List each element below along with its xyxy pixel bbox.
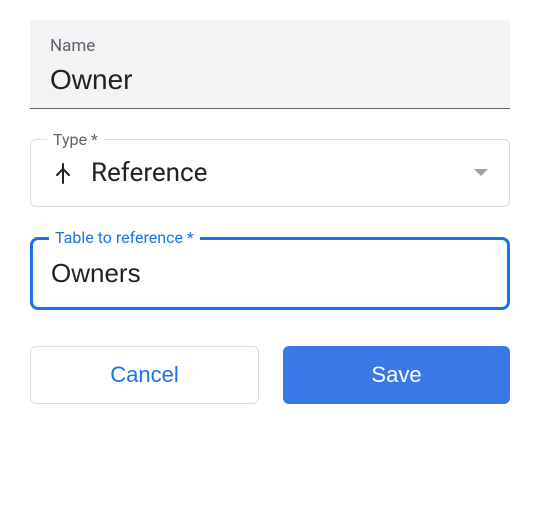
save-button[interactable]: Save [283, 346, 510, 404]
reference-icon [51, 161, 75, 185]
chevron-down-icon [473, 168, 489, 178]
cancel-button[interactable]: Cancel [30, 346, 259, 404]
column-edit-form: Name Type * Reference Table to reference… [30, 20, 510, 404]
table-reference-label: Table to reference * [49, 228, 200, 247]
name-label: Name [50, 36, 490, 56]
table-reference-input[interactable] [51, 258, 489, 289]
name-field[interactable]: Name [30, 20, 510, 109]
type-value: Reference [91, 158, 473, 188]
action-buttons: Cancel Save [30, 346, 510, 404]
type-label: Type * [47, 130, 104, 149]
table-reference-field[interactable]: Table to reference * [30, 237, 510, 310]
name-input[interactable] [50, 64, 490, 96]
type-field[interactable]: Type * Reference [30, 139, 510, 207]
